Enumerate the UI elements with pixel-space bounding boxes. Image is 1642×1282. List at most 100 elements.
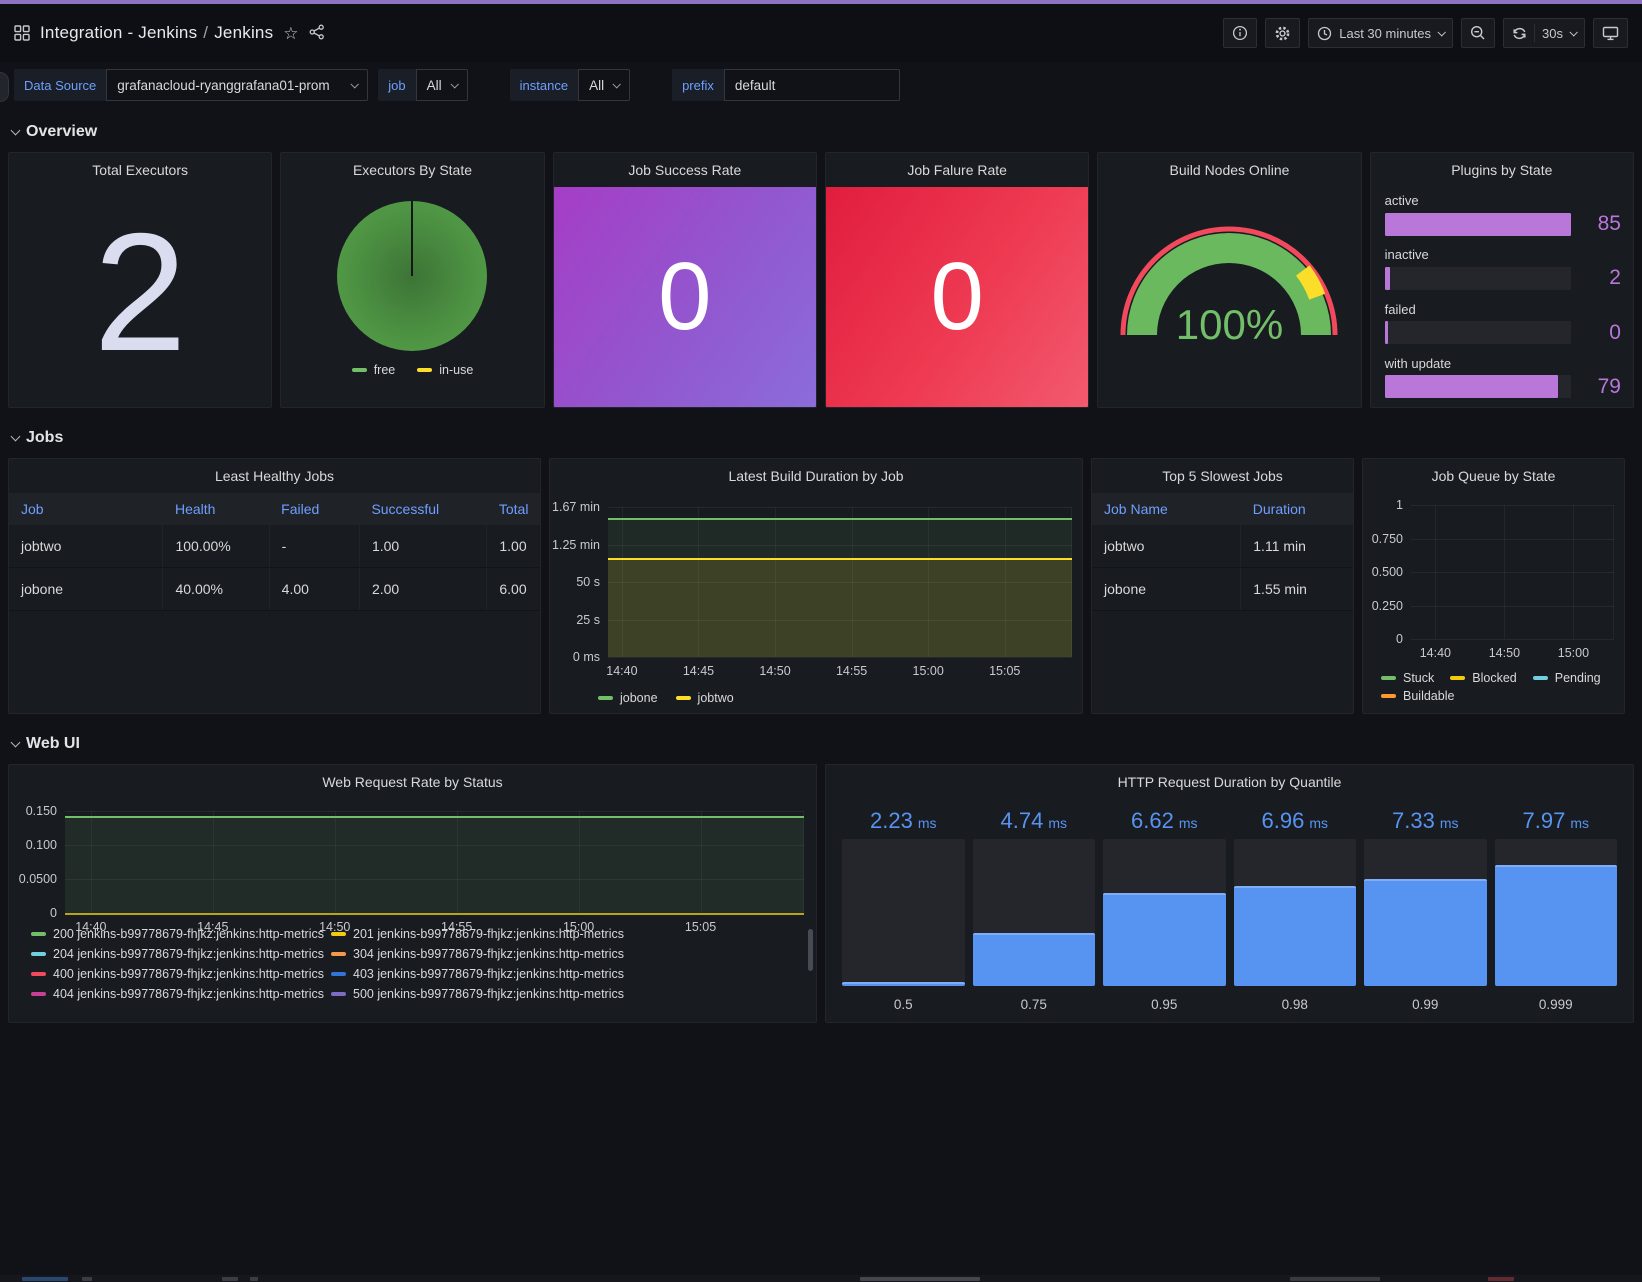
bar-gauge-label: active — [1385, 193, 1621, 208]
zoom-out-time-button[interactable] — [1461, 18, 1495, 48]
bar-gauge-value: 2 — [1581, 266, 1621, 290]
cell-total: 6.00 — [487, 568, 540, 611]
section-web-ui[interactable]: Web UI — [0, 732, 1642, 756]
legend-item-jobtwo[interactable]: jobtwo — [676, 691, 734, 705]
dashboard-settings-button[interactable] — [1265, 18, 1300, 48]
bar-value: 4.74 — [1001, 808, 1044, 834]
chevron-down-icon — [351, 80, 359, 88]
column-header-successful[interactable]: Successful — [359, 493, 486, 525]
legend-swatch — [331, 972, 346, 976]
total-executors-value: 2 — [9, 187, 271, 407]
kiosk-mode-button[interactable] — [1593, 18, 1628, 48]
legend-label: Buildable — [1403, 689, 1454, 703]
sidebar-toggle-handle[interactable] — [0, 72, 9, 102]
table-row: jobtwo 100.00% - 1.00 1.00 — [9, 525, 540, 568]
bar-track — [973, 839, 1096, 986]
legend-swatch — [598, 696, 613, 700]
dashboard-breadcrumb[interactable]: Integration - Jenkins/Jenkins — [40, 23, 273, 43]
legend-label: free — [374, 363, 396, 377]
refresh-button-group[interactable]: 30s — [1503, 18, 1585, 48]
time-range-picker[interactable]: Last 30 minutes — [1308, 18, 1453, 48]
column-header-failed[interactable]: Failed — [269, 493, 359, 525]
bar-gauge-value: 85 — [1581, 212, 1621, 236]
legend-item-status-403[interactable]: 403 jenkins-b99778679-fhjkz:jenkins:http… — [331, 967, 800, 981]
panel-title[interactable]: Plugins by State — [1371, 153, 1633, 187]
panel-build-nodes-online: Build Nodes Online 100% — [1097, 152, 1361, 408]
panel-title[interactable]: Web Request Rate by Status — [9, 765, 816, 799]
column-header-total[interactable]: Total — [487, 493, 540, 525]
panel-slowest-jobs: Top 5 Slowest Jobs Job Name Duration job… — [1091, 458, 1354, 714]
bar-gauge-track — [1385, 375, 1571, 398]
panel-title[interactable]: Top 5 Slowest Jobs — [1092, 459, 1353, 493]
legend-label: jobone — [620, 691, 658, 705]
legend-item-blocked[interactable]: Blocked — [1450, 671, 1516, 685]
panel-build-duration: Latest Build Duration by Job 1.67 min 1.… — [549, 458, 1083, 714]
bar-gauge-fill — [1385, 321, 1388, 344]
job-label: job — [378, 69, 415, 101]
column-header-job-name[interactable]: Job Name — [1092, 493, 1241, 525]
series-area-200 — [65, 816, 804, 913]
panel-title[interactable]: HTTP Request Duration by Quantile — [826, 765, 1633, 799]
x-tick: 15:00 — [913, 657, 944, 678]
legend-item-buildable[interactable]: Buildable — [1381, 689, 1624, 703]
breadcrumb-separator: / — [197, 23, 214, 42]
bar-track — [1495, 839, 1618, 986]
instance-select[interactable]: All — [578, 69, 630, 101]
legend-item-jobone[interactable]: jobone — [598, 691, 658, 705]
job-select[interactable]: All — [416, 69, 468, 101]
top-navbar: Integration - Jenkins/Jenkins ☆ La — [0, 4, 1642, 62]
panel-title[interactable]: Job Success Rate — [554, 153, 816, 187]
star-icon[interactable]: ☆ — [283, 25, 298, 42]
legend-item-status-200[interactable]: 200 jenkins-b99778679-fhjkz:jenkins:http… — [31, 927, 331, 941]
panel-title[interactable]: Job Queue by State — [1363, 459, 1624, 493]
build-nodes-gauge: 100% — [1117, 223, 1341, 341]
legend-item-status-304[interactable]: 304 jenkins-b99778679-fhjkz:jenkins:http… — [331, 947, 800, 961]
pie-slice-boundary — [411, 201, 413, 276]
legend-item-status-404[interactable]: 404 jenkins-b99778679-fhjkz:jenkins:http… — [31, 987, 331, 1001]
legend-label: Pending — [1555, 671, 1601, 685]
dashboards-grid-icon[interactable] — [14, 25, 30, 41]
panel-web-request-rate: Web Request Rate by Status 0.150 0.100 0… — [8, 764, 817, 1023]
bar-gauge-active: active 85 — [1385, 193, 1621, 236]
share-icon[interactable] — [309, 24, 325, 43]
panel-info-button[interactable] — [1223, 18, 1257, 48]
legend-item-status-500[interactable]: 500 jenkins-b99778679-fhjkz:jenkins:http… — [331, 987, 800, 1001]
bar-gauge-label: failed — [1385, 302, 1621, 317]
series-line-200 — [65, 816, 804, 818]
cell-health: 100.00% — [163, 525, 269, 568]
panel-title[interactable]: Job Falure Rate — [826, 153, 1088, 187]
column-header-duration[interactable]: Duration — [1241, 493, 1353, 525]
job-value: All — [427, 78, 442, 93]
panel-title[interactable]: Total Executors — [9, 153, 271, 187]
bar-fill — [1364, 879, 1487, 986]
panel-title[interactable]: Latest Build Duration by Job — [550, 459, 1082, 493]
x-tick: 14:50 — [1489, 639, 1520, 660]
column-header-job[interactable]: Job — [9, 493, 163, 525]
legend-label: in-use — [439, 363, 473, 377]
column-header-health[interactable]: Health — [163, 493, 269, 525]
legend-swatch — [331, 992, 346, 996]
legend-item-stuck[interactable]: Stuck — [1381, 671, 1434, 685]
dashboard-name: Jenkins — [214, 23, 273, 42]
legend-item-pending[interactable]: Pending — [1533, 671, 1601, 685]
section-overview[interactable]: Overview — [0, 120, 1642, 144]
quantile-bar-0.95: 6.62ms 0.95 — [1103, 803, 1226, 1014]
bar-unit: ms — [1179, 815, 1198, 831]
prefix-input[interactable]: default — [724, 69, 900, 101]
legend-item-status-201[interactable]: 201 jenkins-b99778679-fhjkz:jenkins:http… — [331, 927, 800, 941]
legend-item-status-400[interactable]: 400 jenkins-b99778679-fhjkz:jenkins:http… — [31, 967, 331, 981]
cell-job: jobone — [9, 568, 163, 611]
panel-title[interactable]: Build Nodes Online — [1098, 153, 1360, 187]
panel-title[interactable]: Least Healthy Jobs — [9, 459, 540, 493]
legend-item-status-204[interactable]: 204 jenkins-b99778679-fhjkz:jenkins:http… — [31, 947, 331, 961]
legend-item-free[interactable]: free — [352, 363, 396, 377]
y-tick: 0 — [1396, 632, 1411, 646]
legend-item-in-use[interactable]: in-use — [417, 363, 473, 377]
legend-swatch — [31, 972, 46, 976]
legend-scrollbar[interactable] — [808, 929, 813, 971]
panel-title[interactable]: Executors By State — [281, 153, 543, 187]
datasource-select[interactable]: grafanacloud-ryanggrafana01-prom — [106, 69, 368, 101]
legend-swatch — [31, 932, 46, 936]
section-jobs[interactable]: Jobs — [0, 426, 1642, 450]
series-line-jobone — [608, 518, 1072, 520]
